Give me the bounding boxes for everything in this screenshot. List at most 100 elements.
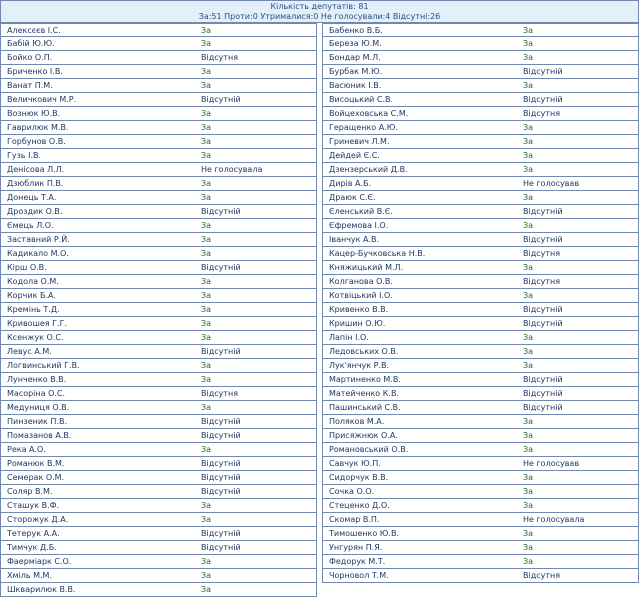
deputy-name: Фаерміарк С.О. (7, 557, 72, 566)
table-row: Єфремова І.О. За (322, 219, 639, 233)
table-row: Висоцький С.В. Відсутній (322, 93, 639, 107)
table-row: Федорук М.Т. За (322, 555, 639, 569)
vote-value: За (523, 347, 534, 356)
deputy-name: Котвіцький І.О. (329, 291, 393, 300)
vote-value: Відсутній (201, 529, 241, 538)
vote-value: За (201, 151, 212, 160)
deputy-name: Кривошея Г.Г. (7, 319, 68, 328)
table-row: Войцеховська С.М. Відсутня (322, 107, 639, 121)
vote-value: Відсутній (201, 459, 241, 468)
deputy-count-line: Кількість депутатів: 81 (270, 2, 369, 11)
table-row: Соляр В.М. Відсутній (0, 485, 317, 499)
vote-value: Відсутній (201, 207, 241, 216)
deputy-name: Помазанов А.В. (7, 431, 72, 440)
vote-value: Відсутній (201, 95, 241, 104)
table-row: Бабій Ю.Ю. За (0, 37, 317, 51)
table-row: Дроздик О.В. Відсутній (0, 205, 317, 219)
deputy-name: Тимчук Д.Б. (7, 543, 57, 552)
vote-value: За (523, 151, 534, 160)
vote-value: За (523, 473, 534, 482)
vote-breakdown-line: За:51 Проти:0 Утрималися:0 Не голосували… (198, 12, 441, 21)
vote-value: За (201, 557, 212, 566)
table-row: Чорновол Т.М. Відсутня (322, 569, 639, 583)
vote-value: За (523, 137, 534, 146)
table-row: Пинзеник П.В. Відсутній (0, 415, 317, 429)
deputy-name: Лапін І.О. (329, 333, 369, 342)
table-row: Логвинський Г.В. За (0, 359, 317, 373)
deputy-name: Пашинський С.В. (329, 403, 401, 412)
table-row: Драюк С.Є. За (322, 191, 639, 205)
vote-value: Не голосувала (523, 515, 585, 524)
deputy-name: Кривенко В.В. (329, 305, 389, 314)
deputy-name: Іванчук А.В. (329, 235, 380, 244)
vote-value: За (523, 193, 534, 202)
deputy-name: Кацер-Бучковська Н.В. (329, 249, 426, 258)
vote-columns-container: Алексєєв І.С. За Бабій Ю.Ю. За Бойко О.П. Від… (0, 23, 639, 597)
vote-value: За (523, 39, 534, 48)
vote-value: Відсутня (523, 109, 561, 118)
vote-value: Відсутній (201, 543, 241, 552)
table-row: Гаврилюк М.В. За (0, 121, 317, 135)
vote-value: За (523, 431, 534, 440)
vote-summary-panel: Кількість депутатів: 81 За:51 Проти:0 Ут… (0, 0, 639, 23)
table-row: Котвіцький І.О. За (322, 289, 639, 303)
table-row: Сидорчук В.В. За (322, 471, 639, 485)
vote-value: За (201, 179, 212, 188)
vote-value: За (523, 263, 534, 272)
vote-value: За (523, 417, 534, 426)
table-row: Кривошея Г.Г. За (0, 317, 317, 331)
deputy-name: Заставний Р.Й. (7, 235, 70, 244)
table-row: Кацер-Бучковська Н.В. Відсутня (322, 247, 639, 261)
deputy-name: Кодола О.М. (7, 277, 59, 286)
table-row: Семерак О.М. Відсутній (0, 471, 317, 485)
table-row: Поляков М.А. За (322, 415, 639, 429)
table-row: Гриневич Л.М. За (322, 135, 639, 149)
deputy-name: Мартиненко М.В. (329, 375, 401, 384)
table-row: Береза Ю.М. За (322, 37, 639, 51)
table-row: Масоріна О.С. Відсутня (0, 387, 317, 401)
vote-value: За (201, 445, 212, 454)
vote-value: За (201, 515, 212, 524)
deputy-name: Тимошенко Ю.В. (329, 529, 399, 538)
deputy-name: Река А.О. (7, 445, 46, 454)
deputy-name: Ледовських О.В. (329, 347, 399, 356)
deputy-name: Княжицький М.Л. (329, 263, 404, 272)
deputy-name: Стеценко Д.О. (329, 501, 390, 510)
vote-value: Не голосував (523, 179, 580, 188)
deputy-name: Ванат П.М. (7, 81, 53, 90)
vote-value: За (523, 221, 534, 230)
vote-value: Відсутній (523, 67, 563, 76)
vote-value: Відсутня (523, 277, 561, 286)
vote-value: За (523, 361, 534, 370)
vote-value: За (201, 123, 212, 132)
table-row: Заставний Р.Й. За (0, 233, 317, 247)
table-row: Присяжнюк О.А. За (322, 429, 639, 443)
table-row: Сочка О.О. За (322, 485, 639, 499)
vote-value: За (523, 81, 534, 90)
deputy-name: Романовський О.В. (329, 445, 409, 454)
deputy-name: Лук'янчук Р.В. (329, 361, 390, 370)
deputy-name: Дроздик О.В. (7, 207, 63, 216)
deputy-name: Федорук М.Т. (329, 557, 386, 566)
vote-value: Відсутній (201, 431, 241, 440)
table-row: Сташук В.Ф. За (0, 499, 317, 513)
deputy-name: Пинзеник П.В. (7, 417, 68, 426)
vote-value: Відсутній (201, 263, 241, 272)
table-row: Дзюблик П.В. За (0, 177, 317, 191)
vote-value: За (201, 235, 212, 244)
vote-value: Відсутній (523, 207, 563, 216)
deputy-name: Романюк В.М. (7, 459, 65, 468)
table-row: Тимошенко Ю.В. За (322, 527, 639, 541)
table-row: Мартиненко М.В. Відсутній (322, 373, 639, 387)
deputy-name: Левус А.М. (7, 347, 52, 356)
table-row: Романюк В.М. Відсутній (0, 457, 317, 471)
deputy-name: Сидорчук В.В. (329, 473, 389, 482)
table-row: Кодола О.М. За (0, 275, 317, 289)
table-row: Бурбак М.Ю. Відсутній (322, 65, 639, 79)
table-row: Ванат П.М. За (0, 79, 317, 93)
table-row: Сторожук Д.А. За (0, 513, 317, 527)
vote-value: За (523, 557, 534, 566)
table-row: Алексєєв І.С. За (0, 23, 317, 37)
vote-value: За (523, 543, 534, 552)
vote-value: Відсутня (201, 53, 239, 62)
